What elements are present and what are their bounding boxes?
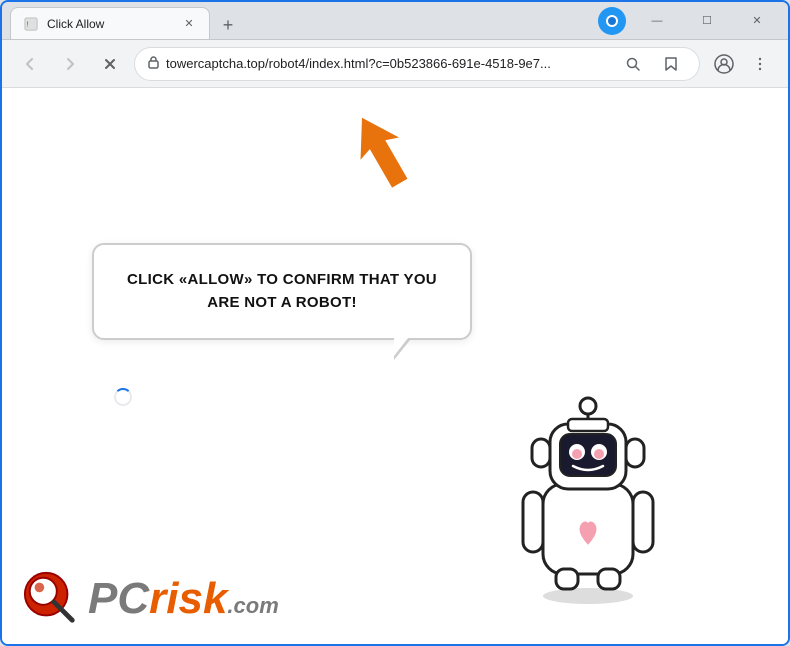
tab-close-button[interactable]: ✕	[181, 16, 197, 32]
minimize-button[interactable]: —	[634, 5, 680, 37]
toolbar: towercaptcha.top/robot4/index.html?c=0b5…	[2, 40, 788, 88]
close-button[interactable]: ✕	[734, 5, 780, 37]
pc-letters: PC	[88, 577, 149, 621]
pcrisk-magnifier-icon	[22, 570, 80, 628]
tab-favicon: !	[23, 16, 39, 32]
loading-indicator	[114, 388, 132, 406]
tab-title: Click Allow	[47, 17, 173, 31]
dot-com-text: .com	[227, 593, 278, 619]
active-tab[interactable]: ! Click Allow ✕	[10, 7, 210, 39]
menu-button[interactable]	[744, 48, 776, 80]
speech-bubble: CLICK «ALLOW» TO CONFIRM THAT YOU ARE NO…	[92, 243, 472, 340]
forward-button[interactable]	[54, 48, 86, 80]
address-bar[interactable]: towercaptcha.top/robot4/index.html?c=0b5…	[134, 47, 700, 81]
window-controls: — ☐ ✕	[634, 5, 780, 37]
svg-text:!: !	[27, 21, 29, 28]
reload-button[interactable]	[94, 48, 126, 80]
url-text: towercaptcha.top/robot4/index.html?c=0b5…	[166, 56, 611, 71]
loading-circle	[114, 388, 132, 406]
pcrisk-text: PCrisk.com	[88, 577, 279, 621]
speech-bubble-container: CLICK «ALLOW» TO CONFIRM THAT YOU ARE NO…	[92, 243, 472, 340]
toolbar-icons	[708, 48, 776, 80]
back-button[interactable]	[14, 48, 46, 80]
search-icon-btn[interactable]	[617, 48, 649, 80]
tab-area: ! Click Allow ✕ +	[10, 2, 598, 39]
title-bar: ! Click Allow ✕ + — ☐ ✕	[2, 2, 788, 40]
new-tab-button[interactable]: +	[214, 11, 242, 39]
lock-icon	[147, 55, 160, 72]
orange-arrow	[342, 108, 422, 198]
page-content: CLICK «ALLOW» TO CONFIRM THAT YOU ARE NO…	[2, 88, 788, 644]
extension-icon[interactable]	[598, 7, 626, 35]
maximize-button[interactable]: ☐	[684, 5, 730, 37]
bookmark-icon-btn[interactable]	[655, 48, 687, 80]
browser-window: ! Click Allow ✕ + — ☐ ✕	[0, 0, 790, 646]
profile-button[interactable]	[708, 48, 740, 80]
risk-letters: risk	[149, 577, 227, 621]
pcrisk-logo: PCrisk.com	[22, 570, 279, 628]
robot-illustration	[488, 344, 708, 624]
bubble-text: CLICK «ALLOW» TO CONFIRM THAT YOU ARE NO…	[126, 269, 438, 314]
